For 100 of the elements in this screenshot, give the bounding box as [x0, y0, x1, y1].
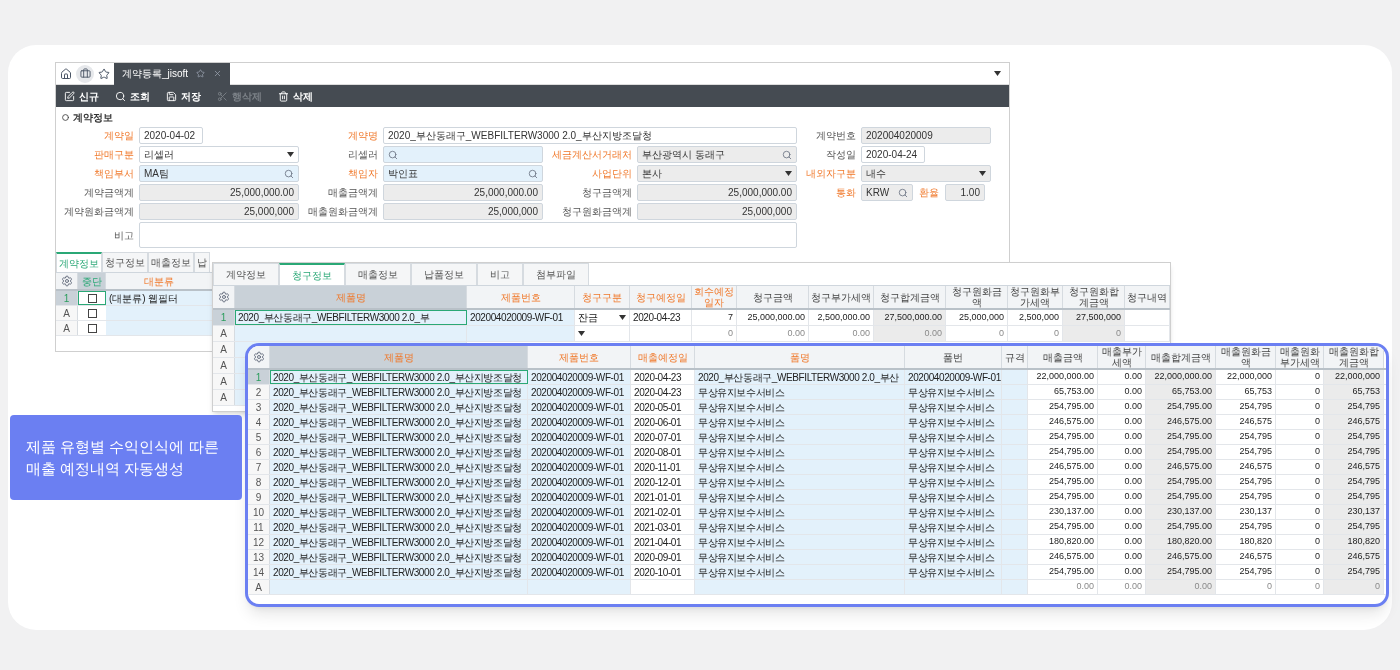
search-field[interactable]: KRW [861, 184, 913, 201]
search-icon[interactable] [388, 149, 398, 160]
table-cell: 202004020009-WF-01 [528, 415, 631, 429]
amount-field[interactable]: 25,000,000 [383, 203, 543, 220]
row-number: 3 [248, 400, 270, 414]
settings-icon[interactable] [217, 291, 230, 303]
search-icon[interactable] [528, 168, 538, 179]
row-number: 8 [248, 475, 270, 489]
column-header[interactable]: 매출부가세액 [1098, 346, 1146, 368]
column-header[interactable]: 청구부가세액 [809, 286, 874, 308]
toolbar-button[interactable]: 삭제 [278, 88, 313, 104]
search-icon[interactable] [782, 149, 792, 160]
table-cell: 2020-05-01 [631, 400, 695, 414]
amount-field[interactable]: 25,000,000.00 [139, 184, 299, 201]
table-cell: 2020-04-23 [631, 370, 695, 384]
column-header[interactable]: 매출원화금액 [1216, 346, 1276, 368]
table-cell: 2020_부산동래구_WEBFILTERW3000 2.0_부산지방조달청 [270, 400, 528, 414]
remarks-field[interactable] [139, 222, 797, 248]
amount-field[interactable]: 25,000,000.00 [383, 184, 543, 201]
column-header[interactable]: 매출원화부가세액 [1276, 346, 1324, 368]
tab[interactable]: 납 [194, 252, 210, 272]
row-number: 6 [248, 445, 270, 459]
settings-icon[interactable] [252, 351, 265, 363]
table-cell: 0.00 [1146, 580, 1216, 594]
table-cell: 무상유지보수서비스 [905, 565, 1002, 579]
table-cell: 2020_부산동래구_WEBFILTERW3000 2.0_부산지방조달청 [270, 475, 528, 489]
column-header[interactable]: 청구원화금액 [946, 286, 1008, 308]
field-label: 리셀러 [347, 149, 378, 160]
column-header[interactable]: 청구원화합계금액 [1063, 286, 1125, 308]
amount-field[interactable]: 25,000,000 [139, 203, 299, 220]
toolbar-button[interactable]: 저장 [166, 88, 201, 104]
field-label: 계약명 [347, 130, 378, 141]
search-field[interactable]: 박인표 [383, 165, 543, 182]
table-cell: 2021-03-01 [631, 520, 695, 534]
tab[interactable]: 청구정보 [102, 252, 148, 272]
date-field[interactable]: 2020-04-24 [861, 146, 925, 163]
checkbox[interactable] [87, 293, 97, 303]
window-tab[interactable]: 계약등록_jisoft [114, 63, 231, 85]
table-cell: 2020_부산동래구_WEBFILTERW3000 2.0_부산지방조달청 [270, 370, 528, 384]
dropdown[interactable]: 내수 [861, 165, 991, 182]
checkbox[interactable] [87, 308, 97, 318]
field-label: 판매구분 [93, 149, 134, 160]
field-label: 세금계산서거래처 [551, 149, 632, 160]
briefcase-button[interactable] [76, 64, 94, 83]
tab[interactable]: 비고 [477, 263, 523, 285]
column-header[interactable]: 청구합계금액 [874, 286, 946, 308]
tab[interactable]: 첨부파일 [523, 263, 589, 285]
amount-field[interactable]: 25,000,000 [637, 203, 797, 220]
tab[interactable]: 계약정보 [213, 263, 279, 285]
table-cell: 무상유지보수서비스 [695, 460, 905, 474]
tab[interactable]: 매출정보 [345, 263, 411, 285]
dropdown[interactable]: 본사 [637, 165, 797, 182]
table-cell: 2020-08-01 [631, 445, 695, 459]
table-cell: 무상유지보수서비스 [695, 490, 905, 504]
table-cell: 무상유지보수서비스 [905, 535, 1002, 549]
star-icon[interactable] [196, 69, 206, 78]
search-icon[interactable] [898, 187, 908, 198]
caret-icon [619, 315, 626, 320]
dropdown[interactable]: 리셀러 [139, 146, 299, 163]
search-field[interactable]: 부산광역시 동래구 [637, 146, 797, 163]
checkbox[interactable] [87, 323, 97, 333]
field-label: 환율 [919, 186, 939, 200]
table-cell: 254,795.00 [1146, 490, 1216, 504]
amount-field[interactable]: 25,000,000.00 [637, 184, 797, 201]
rate-field[interactable]: 1.00 [945, 184, 985, 201]
table-cell: 202004020009-WF-01 [528, 445, 631, 459]
date-field[interactable]: 2020-04-02 [139, 127, 203, 144]
table-cell: 246,575.00 [1146, 460, 1216, 474]
close-icon[interactable] [213, 69, 223, 78]
row-number: A [213, 342, 235, 357]
table-cell: (대분류) 웹필터 [106, 291, 213, 305]
tab[interactable]: 매출정보 [148, 252, 194, 272]
settings-icon[interactable] [60, 275, 73, 287]
star-icon[interactable] [98, 67, 110, 80]
column-header[interactable]: 청구금액 [737, 286, 809, 308]
tab[interactable]: 납품정보 [411, 263, 477, 285]
caret-icon [979, 171, 986, 176]
column-header[interactable]: 매출금액 [1028, 346, 1098, 368]
trash-icon [278, 90, 289, 102]
search-field[interactable]: MA팀 [139, 165, 299, 182]
column-header[interactable]: 청구원화부가세액 [1008, 286, 1063, 308]
table-cell: 2020_부산동래구_WEBFILTERW3000 2.0_부산지방조달청 [270, 445, 528, 459]
table-cell: 254,795.00 [1146, 475, 1216, 489]
table-cell: 202004020009-WF-01 [528, 385, 631, 399]
text-field[interactable]: 202004020009 [861, 127, 991, 144]
table-cell: 27,500,000 [1063, 310, 1125, 325]
toolbar-button[interactable]: 신규 [64, 88, 99, 104]
search-icon[interactable] [284, 168, 294, 179]
column-header[interactable]: 품번 [905, 346, 1002, 368]
home-icon[interactable] [60, 67, 72, 80]
search-field[interactable] [383, 146, 543, 163]
table-cell: 2020-10-01 [631, 565, 695, 579]
toolbar-button[interactable]: 조회 [115, 88, 150, 104]
column-header[interactable]: 매출합계금액 [1146, 346, 1216, 368]
table-cell: 2020_부산동래구_WEBFILTERW3000 2.0_부산지방조달청 [270, 460, 528, 474]
column-header[interactable]: 매출원화합계금액 [1324, 346, 1384, 368]
table-cell: 무상유지보수서비스 [695, 520, 905, 534]
text-field[interactable]: 2020_부산동래구_WEBFILTERW3000 2.0_부산지방조달청 [383, 127, 797, 144]
column-header[interactable]: 규격 [1002, 346, 1028, 368]
column-header[interactable]: 청구내역 [1125, 286, 1170, 308]
